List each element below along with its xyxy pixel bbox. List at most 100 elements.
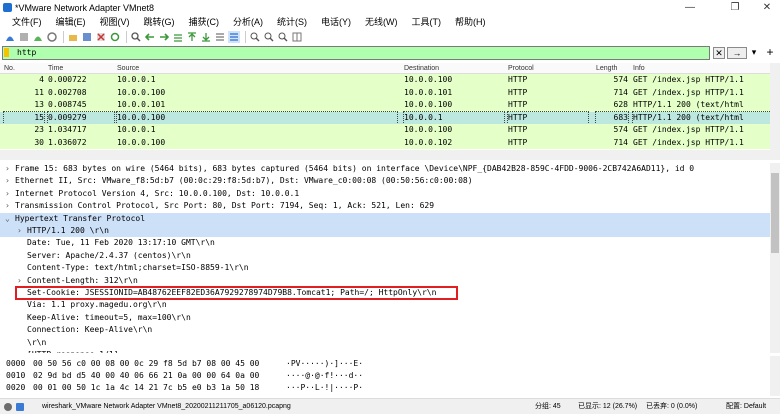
column-header[interactable]: Destination <box>404 63 504 74</box>
filter-bookmark-icon[interactable] <box>4 48 9 57</box>
status-bar: wireshark_VMware Network Adapter VMnet8_… <box>0 398 780 414</box>
expand-down-icon[interactable]: ⌄ <box>5 213 10 225</box>
expand-right-icon[interactable]: › <box>17 225 22 237</box>
reload-icon[interactable] <box>109 31 121 43</box>
zoom-out-icon[interactable] <box>263 31 275 43</box>
detail-line[interactable]: [HTTP response 1/1] <box>0 349 770 353</box>
hex-ascii: ····@·@·f!···d·· <box>286 371 364 381</box>
menu-item[interactable]: 编辑(E) <box>56 15 86 28</box>
zoom-reset-icon[interactable] <box>277 31 289 43</box>
first-packet-icon[interactable] <box>186 31 198 43</box>
hex-row[interactable]: 0010 02 9d bd d5 40 00 40 06 66 21 0a 00 … <box>0 370 770 382</box>
expand-right-icon[interactable]: › <box>5 163 10 175</box>
menu-item[interactable]: 分析(A) <box>233 15 263 28</box>
minimize-button[interactable]: — <box>677 0 703 15</box>
apply-filter-button[interactable]: → <box>727 47 747 59</box>
detail-line[interactable]: › Content-Length: 312\r\n <box>0 275 770 287</box>
expand-right-icon[interactable]: › <box>5 200 10 212</box>
detail-line[interactable]: \r\n <box>0 337 770 349</box>
detail-line[interactable]: › Ethernet II, Src: VMware_f8:5d:b7 (00:0… <box>0 175 770 187</box>
clear-filter-button[interactable]: ✕ <box>713 47 725 59</box>
packet-row[interactable]: 11 0.002708 10.0.0.100 10.0.0.101 HTTP 714 GET… <box>0 86 770 99</box>
stop-capture-icon[interactable] <box>18 31 30 43</box>
menu-item[interactable]: 电话(Y) <box>321 15 351 28</box>
packet-cell-proto: HTTP <box>508 87 528 97</box>
find-packet-icon[interactable] <box>130 31 142 43</box>
add-filter-button[interactable]: + <box>764 46 776 59</box>
menu-item[interactable]: 跳转(G) <box>144 15 175 28</box>
detail-line[interactable]: › HTTP/1.1 200 \r\n <box>0 225 770 237</box>
column-header[interactable]: Time <box>48 63 114 74</box>
column-header[interactable]: Length <box>596 63 628 74</box>
menu-item[interactable]: 文件(F) <box>12 15 42 28</box>
detail-line[interactable]: › Internet Protocol Version 4, Src: 10.0.… <box>0 188 770 200</box>
packet-row[interactable]: 30 1.036072 10.0.0.100 10.0.0.102 HTTP 714 GET… <box>0 136 770 149</box>
expand-right-icon[interactable]: › <box>5 188 10 200</box>
save-file-icon[interactable] <box>81 31 93 43</box>
expert-info-icon[interactable] <box>4 403 12 411</box>
packet-cell-time: 0.002708 <box>48 87 87 97</box>
column-header[interactable]: Source <box>117 63 397 74</box>
detail-line[interactable]: ⌄ Hypertext Transfer Protocol <box>0 212 770 225</box>
packet-cell-time: 1.034717 <box>48 125 87 134</box>
packet-cell-len: 574 <box>613 125 628 134</box>
detail-line[interactable]: Connection: Keep-Alive\r\n <box>0 324 770 336</box>
start-capture-icon[interactable] <box>4 31 16 43</box>
go-forward-icon[interactable] <box>158 31 170 43</box>
go-back-icon[interactable] <box>144 31 156 43</box>
menu-item[interactable]: 帮助(H) <box>455 15 486 28</box>
detail-line[interactable]: Via: 1.1 proxy.magedu.org\r\n <box>0 299 770 311</box>
colorize-icon[interactable] <box>228 30 240 43</box>
packet-details-scrollbar[interactable] <box>770 163 780 353</box>
resize-columns-icon[interactable] <box>291 31 303 43</box>
menu-item[interactable]: 统计(S) <box>277 15 307 28</box>
detail-line[interactable]: › Frame 15: 683 bytes on wire (5464 bits)… <box>0 163 770 175</box>
packet-row[interactable]: 4 0.000722 10.0.0.1 10.0.0.100 HTTP 574 GET /i… <box>0 74 770 87</box>
title-bar: *VMware Network Adapter VMnet8 — ❐ ✕ <box>0 0 780 15</box>
menu-item[interactable]: 无线(W) <box>365 15 398 28</box>
detail-line[interactable]: Date: Tue, 11 Feb 2020 13:17:10 GMT\r\n <box>0 237 770 249</box>
open-file-icon[interactable] <box>67 31 79 43</box>
detail-text: \r\n <box>27 337 47 347</box>
go-to-packet-icon[interactable] <box>172 31 184 43</box>
packet-list-scrollbar[interactable] <box>770 63 780 150</box>
last-packet-icon[interactable] <box>200 31 212 43</box>
expand-right-icon[interactable]: › <box>17 275 22 287</box>
packet-row[interactable]: 13 0.008745 10.0.0.101 10.0.0.100 HTTP 628 HTT… <box>0 99 770 112</box>
detail-line[interactable]: Content-Type: text/html;charset=ISO-8859… <box>0 262 770 274</box>
display-filter-input[interactable]: http <box>2 46 710 60</box>
profile-label[interactable]: 配置: Default <box>726 399 766 414</box>
packet-row[interactable]: 15 0.009279 10.0.0.100 10.0.0.1 HTTP 683 HTTP/… <box>0 110 770 125</box>
packet-list: No. Time Source Destination Protocol Length In… <box>0 63 770 150</box>
hex-row[interactable]: 0020 00 01 00 50 1c 1a 4c 14 21 7c b5 e0 … <box>0 382 770 394</box>
filter-history-dropdown[interactable]: ▾ <box>749 47 759 59</box>
restore-button[interactable]: ❐ <box>722 0 748 15</box>
close-button[interactable]: ✕ <box>754 0 780 15</box>
capture-comment-icon[interactable] <box>16 403 24 411</box>
zoom-in-icon[interactable] <box>249 31 261 43</box>
close-file-icon[interactable] <box>95 31 107 43</box>
detail-line[interactable]: › Transmission Control Protocol, Src Port… <box>0 200 770 212</box>
capture-options-icon[interactable] <box>46 31 58 43</box>
packet-bytes-scrollbar[interactable] <box>770 356 780 396</box>
hex-row[interactable]: 0000 00 50 56 c0 00 08 00 0c 29 f8 5d b7 … <box>0 358 770 370</box>
expand-right-icon[interactable]: › <box>5 175 10 187</box>
restart-capture-icon[interactable] <box>32 31 44 43</box>
menu-item[interactable]: 视图(V) <box>100 15 130 28</box>
packet-cell-info: HTTP/1.1 200 (text/html <box>632 110 770 125</box>
packet-cell-no: 11 <box>34 87 44 97</box>
packet-cell-src: 10.0.0.100 <box>117 137 166 147</box>
column-header[interactable]: No. <box>4 63 44 74</box>
detail-text: Keep-Alive: timeout=5, max=100\r\n <box>27 312 191 322</box>
packet-list-hscrollbar[interactable] <box>0 150 780 160</box>
detail-text: HTTP/1.1 200 \r\n <box>27 226 109 235</box>
column-header[interactable]: Info <box>633 63 770 74</box>
autoscroll-icon[interactable] <box>214 31 226 43</box>
menu-item[interactable]: 工具(T) <box>412 15 442 28</box>
column-header[interactable]: Protocol <box>508 63 588 74</box>
scroll-thumb[interactable] <box>771 173 779 253</box>
packet-row[interactable]: 23 1.034717 10.0.0.1 10.0.0.100 HTTP 574 GET /… <box>0 124 770 137</box>
detail-line[interactable]: Server: Apache/2.4.37 (centos)\r\n <box>0 250 770 262</box>
menu-item[interactable]: 捕获(C) <box>189 15 220 28</box>
detail-line[interactable]: Keep-Alive: timeout=5, max=100\r\n <box>0 312 770 324</box>
